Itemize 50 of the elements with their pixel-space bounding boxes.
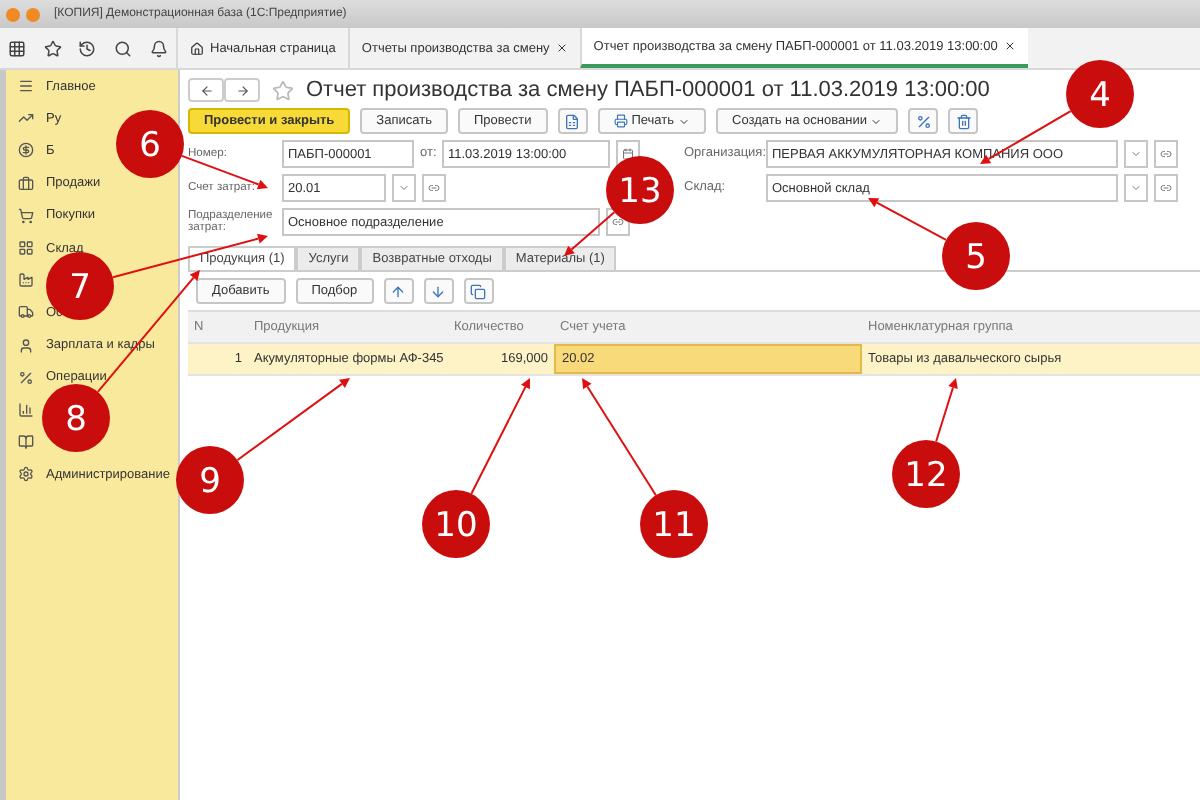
star-icon[interactable] [272, 79, 294, 101]
truck-icon[interactable] [18, 304, 34, 321]
home-icon [190, 41, 204, 55]
history-icon[interactable] [78, 39, 97, 57]
callout-arrow [236, 378, 350, 461]
number-badge: 6 [116, 110, 184, 178]
number-badge: 13 [606, 156, 674, 224]
number-badge: 10 [422, 490, 490, 558]
number-badge: 9 [176, 446, 244, 514]
settings-icon[interactable] [18, 466, 34, 483]
spreadsheet-icon[interactable] [557, 108, 588, 134]
forward-arrow-icon [235, 83, 249, 97]
grid-icon[interactable] [8, 39, 27, 57]
grid-icon[interactable] [18, 240, 34, 257]
callout-arrow [470, 378, 530, 495]
trash-icon[interactable] [948, 108, 979, 134]
caret-icon [678, 115, 691, 127]
bar-chart-icon[interactable] [18, 401, 34, 418]
number-badge: 8 [42, 384, 110, 452]
link-icon[interactable] [428, 182, 440, 194]
printer-icon [613, 114, 628, 128]
link-icon[interactable] [612, 216, 624, 228]
calendar-icon[interactable] [622, 148, 634, 160]
number-badge: 12 [892, 440, 960, 508]
bell-icon[interactable] [149, 39, 168, 57]
number-badge: 5 [942, 222, 1010, 290]
back-arrow-icon [199, 83, 213, 97]
person-icon[interactable] [18, 337, 34, 354]
factory-icon[interactable] [18, 272, 34, 289]
callout-arrow [582, 378, 657, 497]
link-icon[interactable] [1160, 148, 1172, 160]
link-icon[interactable] [1160, 182, 1172, 194]
document-title: Отчет производства за смену ПАБП-000001 от 11.03.2019 13:00:00 [306, 78, 990, 102]
chart-line-icon[interactable] [18, 110, 34, 127]
cart-icon[interactable] [18, 207, 34, 224]
book-icon[interactable] [18, 434, 34, 451]
search-icon[interactable] [114, 39, 133, 57]
percent-icon[interactable] [18, 369, 34, 386]
number-badge: 4 [1066, 60, 1134, 128]
star-icon[interactable] [43, 39, 62, 57]
callout-arrow [564, 211, 616, 256]
copy-icon[interactable] [463, 278, 494, 304]
callout-arrow [935, 378, 958, 443]
briefcase-icon[interactable] [18, 175, 34, 192]
close-icon[interactable] [1003, 40, 1016, 52]
number-badge: 11 [640, 490, 708, 558]
coin-icon[interactable] [18, 142, 34, 159]
caret-icon [870, 115, 883, 127]
callout-arrow [868, 198, 948, 241]
close-icon[interactable] [555, 42, 568, 54]
